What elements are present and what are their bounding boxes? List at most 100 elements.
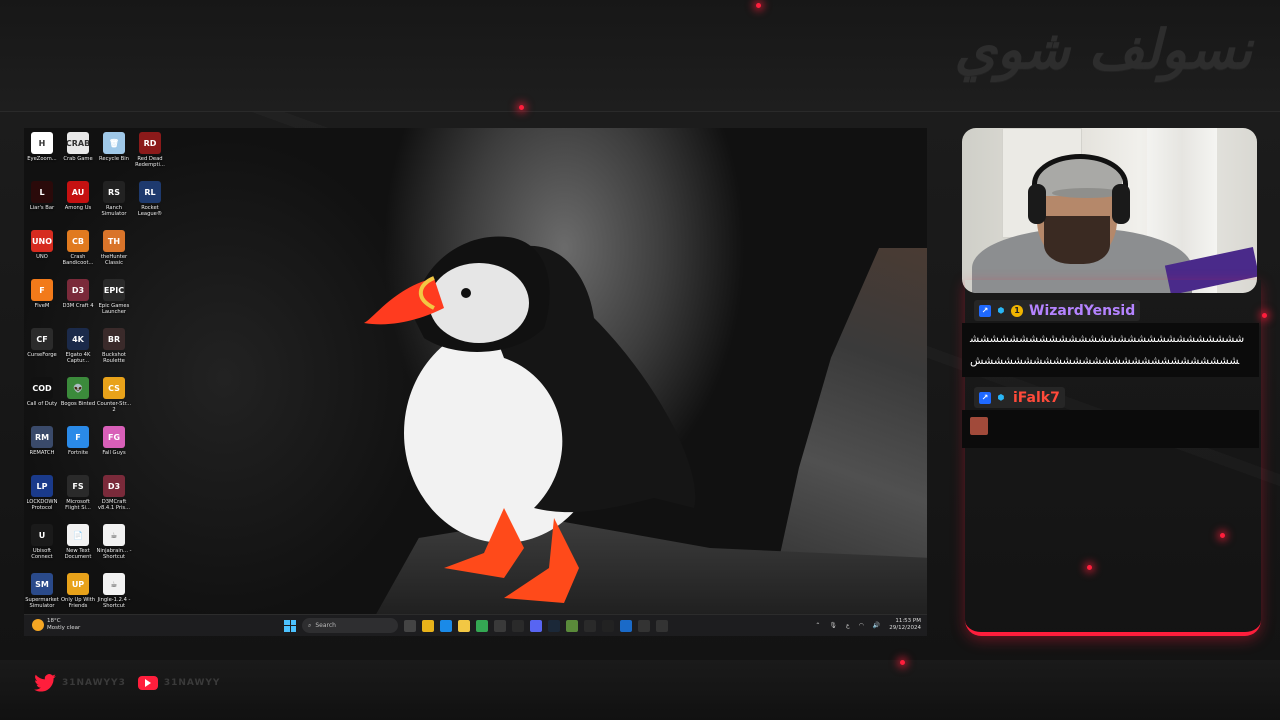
fall-guys-icon: FG — [103, 426, 125, 448]
social-links: 31NAWYY3 31NAWYY — [34, 674, 220, 692]
prime-icon: ↗ — [979, 391, 991, 404]
mic-icon[interactable]: 🎙 — [829, 622, 837, 629]
red-spark — [519, 105, 524, 110]
discord-icon[interactable] — [530, 619, 542, 632]
desktop-icon-label: Crash Bandicoot... — [62, 254, 94, 267]
rocket-league-icon: RL — [139, 181, 161, 203]
desktop-icon-label: theHunter Classic — [100, 254, 128, 267]
weather-icon — [32, 619, 44, 631]
desktop-icon[interactable]: D3 D3MCraft v8.4.1 Pris... — [96, 473, 132, 518]
desktop-icon[interactable]: 4K Elgato 4K Captur... — [60, 326, 96, 371]
clock[interactable]: 11:53 PM 29/12/2024 — [889, 618, 921, 632]
wifi-icon[interactable]: ◠ — [859, 622, 864, 629]
desktop-icon[interactable]: F Fortnite — [60, 424, 96, 469]
taskbar-search[interactable]: ⌕ Search — [302, 618, 398, 633]
volume-icon[interactable]: 🔊 — [873, 622, 880, 629]
desktop-icon-label: REMATCH — [29, 450, 55, 456]
desktop-icon-label: D3MCraft v8.4.1 Pris... — [97, 499, 131, 512]
desktop-icon[interactable]: RD Red Dead Redempti... — [132, 130, 168, 175]
desktop-icon-label: Fall Guys — [102, 450, 126, 456]
desktop-icon[interactable]: 👽 Bogos Binted — [60, 375, 96, 420]
desktop-icon[interactable]: CRAB Crab Game — [60, 130, 96, 175]
desktop-icon[interactable]: RM REMATCH — [24, 424, 60, 469]
desktop-icon[interactable]: COD Call of Duty — [24, 375, 60, 420]
chat-username[interactable]: iFalk7 — [1013, 390, 1060, 406]
chat-message-body — [962, 410, 1259, 448]
desktop-icon-label: CurseForge — [27, 352, 57, 358]
desktop-icon[interactable]: FS Microsoft Flight Si... — [60, 473, 96, 518]
red-spark — [900, 660, 905, 665]
desktop-icon[interactable]: ☕ Ninjabrain... - Shortcut — [96, 522, 132, 567]
desktop-icon[interactable]: U Ubisoft Connect — [24, 522, 60, 567]
desktop-icon[interactable]: EPIC Epic Games Launcher — [96, 277, 132, 322]
desktop-icon[interactable]: F FiveM — [24, 277, 60, 322]
start-button[interactable] — [284, 619, 296, 632]
capture-icon[interactable] — [512, 619, 524, 632]
desktop-icon-label: Ninjabrain... - Shortcut — [96, 548, 132, 561]
outlook-icon[interactable] — [620, 619, 632, 632]
chat-username[interactable]: WizardYensid — [1029, 303, 1135, 319]
elgato-icon: 4K — [67, 328, 89, 350]
desktop-icon-label: EyeZoom... — [27, 156, 57, 162]
desktop-icon[interactable]: CB Crash Bandicoot... — [60, 228, 96, 273]
folder-icon[interactable] — [458, 619, 470, 632]
desktop-icon[interactable]: CS Counter-Str... 2 — [96, 375, 132, 420]
lockdown-protocol-icon: LP — [31, 475, 53, 497]
chat-message-text: شششششششششششششششششششششششششششششششششششششششش… — [962, 323, 1259, 377]
ubisoft-connect-icon: U — [31, 524, 53, 546]
desktop-icon[interactable]: RS Ranch Simulator — [96, 179, 132, 224]
elgato-4k-icon[interactable] — [656, 619, 668, 632]
youtube-icon — [137, 676, 158, 690]
task-view-icon[interactable] — [404, 619, 416, 632]
webcam-feed — [962, 128, 1257, 293]
desktop-icon[interactable]: L Liar's Bar — [24, 179, 60, 224]
clock-time: 11:53 PM — [895, 618, 921, 624]
minecraft-icon[interactable] — [566, 619, 578, 632]
desktop-icon[interactable]: TH theHunter Classic — [96, 228, 132, 273]
empty-slot — [132, 473, 168, 518]
desktop-icon[interactable]: BR Buckshot Roulette — [96, 326, 132, 371]
supermarket-simulator-icon: SM — [31, 573, 53, 595]
chevron-up-icon[interactable]: ⌃ — [815, 622, 820, 629]
desktop-screen: H EyeZoom... CRAB Crab Game 🗑 Recycle Bin RD Re… — [24, 128, 927, 636]
desktop-icon[interactable]: SM Supermarket Simulator — [24, 571, 60, 616]
desktop-icon[interactable]: AU Among Us — [60, 179, 96, 224]
desktop-icon[interactable]: 📄 New Text Document — [60, 522, 96, 567]
desktop-icon[interactable]: CF CurseForge — [24, 326, 60, 371]
desktop-icon-label: Call of Duty — [26, 401, 58, 407]
steam-icon[interactable] — [548, 619, 560, 632]
epic-icon[interactable] — [584, 619, 596, 632]
desktop-icon[interactable]: 🗑 Recycle Bin — [96, 130, 132, 175]
file-explorer-icon[interactable] — [422, 619, 434, 632]
java-icon: ☕ — [103, 524, 125, 546]
curseforge-icon: CF — [31, 328, 53, 350]
desktop-icon[interactable]: LP LOCKDOWN Protocol — [24, 473, 60, 518]
desktop-icon-label: Epic Games Launcher — [98, 303, 130, 316]
java-icon: ☕ — [103, 573, 125, 595]
desktop-icon-label: Only Up With Friends — [60, 597, 96, 610]
emote-icon — [970, 417, 988, 435]
call-of-duty-icon: COD — [31, 377, 53, 399]
desktop-icon[interactable]: H EyeZoom... — [24, 130, 60, 175]
desktop-icon[interactable]: FG Fall Guys — [96, 424, 132, 469]
desktop-icon[interactable]: UP Only Up With Friends — [60, 571, 96, 616]
desktop-icon-label: FiveM — [34, 303, 50, 309]
obs-icon[interactable] — [494, 619, 506, 632]
weather-widget[interactable]: 18°C Mostly clear — [32, 618, 80, 632]
capcut-icon[interactable] — [602, 619, 614, 632]
edge-icon[interactable] — [440, 619, 452, 632]
ranch-simulator-icon: RS — [103, 181, 125, 203]
desktop-icon[interactable]: UNO UNO — [24, 228, 60, 273]
desktop-icon[interactable]: ☕ Jingle-1.2.4 - Shortcut — [96, 571, 132, 616]
desktop-icon-label: UNO — [36, 254, 48, 260]
gold-icon: 1 — [1011, 304, 1023, 317]
desktop-icon-label: Recycle Bin — [99, 156, 129, 162]
desktop-icon[interactable]: D3 D3M Craft 4 — [60, 277, 96, 322]
flight-simulator-icon: FS — [67, 475, 89, 497]
chrome-icon[interactable] — [476, 619, 488, 632]
desktop-icon[interactable]: RL Rocket League® — [132, 179, 168, 224]
app-icon[interactable] — [638, 619, 650, 632]
language-indicator[interactable]: ع — [846, 622, 850, 629]
clock-date: 29/12/2024 — [889, 625, 921, 631]
taskbar: 18°C Mostly clear ⌕ Search ⌃ 🎙 ع ◠ 🔊 11:… — [24, 614, 927, 636]
